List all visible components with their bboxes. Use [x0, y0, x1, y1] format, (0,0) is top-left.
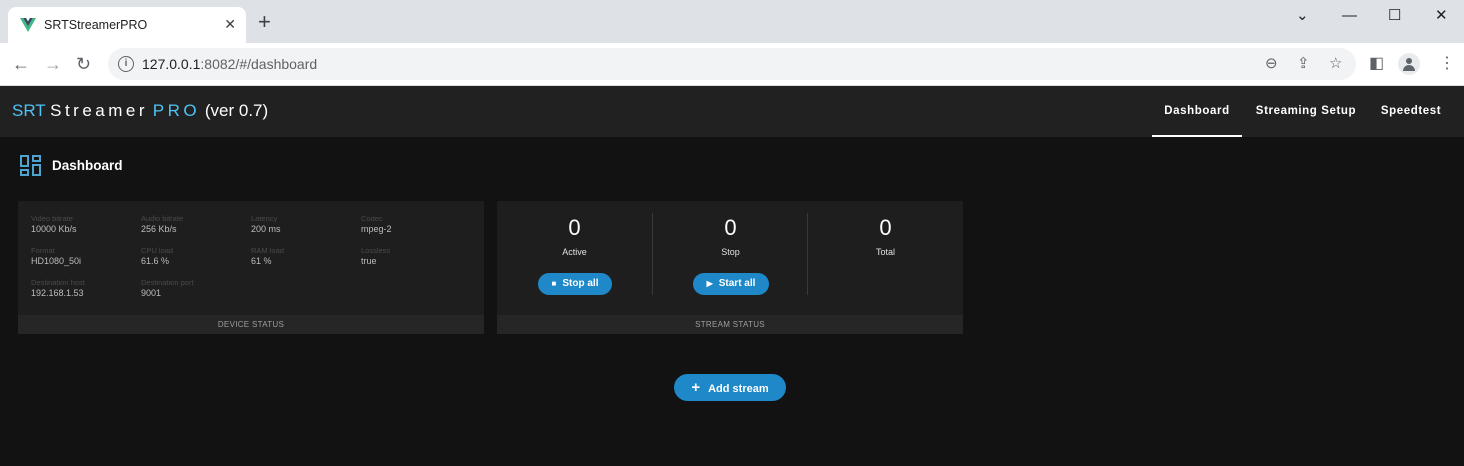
stat-value: 61 %: [251, 256, 272, 266]
stream-status-card: 0 Active 0 Stop 0 Total ■ Stop all ▶ Start…: [497, 201, 963, 334]
menu-kebab-icon[interactable]: ⋮: [1439, 54, 1455, 74]
stat-lossless: Lossless true: [361, 246, 471, 267]
tab-streaming-setup[interactable]: Streaming Setup: [1250, 86, 1362, 137]
stop-all-button[interactable]: ■ Stop all: [538, 273, 612, 295]
device-status-footer: DEVICE STATUS: [18, 315, 484, 334]
counter-value: 0: [568, 215, 581, 240]
start-all-button[interactable]: ▶ Start all: [693, 273, 769, 295]
stat-value: 10000 Kb/s: [31, 224, 77, 234]
browser-tab[interactable]: SRTStreamerPRO ✕: [8, 7, 246, 43]
counter-value: 0: [879, 215, 892, 240]
share-icon[interactable]: ⇪: [1297, 54, 1310, 72]
tab-dashboard[interactable]: Dashboard: [1152, 86, 1242, 137]
maximize-window-button[interactable]: ☐: [1388, 6, 1401, 26]
side-panel-icon[interactable]: ◧: [1369, 54, 1384, 74]
browser-toolbar: ← → ↻ i 127.0.0.1:8082/#/dashboard ⊖ ⇪ ☆…: [0, 43, 1464, 86]
minimize-window-button[interactable]: —: [1342, 6, 1357, 26]
stream-status-footer: STREAM STATUS: [497, 315, 963, 334]
address-bar[interactable]: i 127.0.0.1:8082/#/dashboard ⊖ ⇪ ☆: [108, 48, 1356, 80]
stat-label: Destination port: [141, 278, 194, 287]
bookmark-star-icon[interactable]: ☆: [1329, 54, 1342, 72]
stat-value: 61.6 %: [141, 256, 170, 266]
brand-srt: SRT: [12, 101, 46, 120]
zoom-icon[interactable]: ⊖: [1265, 54, 1278, 72]
brand-version: (ver 0.7): [204, 101, 269, 120]
forward-arrow-icon[interactable]: →: [44, 53, 62, 75]
play-icon: ▶: [706, 279, 713, 288]
stat-destination-port: Destination port 9001: [141, 278, 251, 299]
stat-value: true: [361, 256, 377, 266]
counter-total: 0 Total: [808, 213, 963, 257]
stat-format: Format HD1080_50i: [31, 246, 141, 267]
stat-label: Latency: [251, 214, 278, 223]
add-stream-label: Add stream: [708, 383, 769, 395]
counter-label: Total: [875, 247, 895, 257]
stat-latency: Latency 200 ms: [251, 214, 361, 235]
stat-audio-bitrate: Audio bitrate 256 Kb/s: [141, 214, 251, 235]
brand-pro: PRO: [152, 101, 201, 120]
stat-value: 9001: [141, 288, 162, 298]
app-brand: SRT Streamer PRO (ver 0.7): [12, 101, 268, 121]
stop-icon: ■: [551, 279, 557, 288]
stat-cpu-load: CPU load 61.6 %: [141, 246, 251, 267]
profile-avatar-icon[interactable]: [1398, 53, 1420, 75]
brand-streamer: Streamer: [50, 101, 149, 120]
counter-active: 0 Active: [497, 213, 652, 257]
start-all-label: Start all: [718, 278, 756, 289]
tab-title: SRTStreamerPRO: [44, 18, 148, 32]
page-title: Dashboard: [52, 158, 123, 173]
reload-icon[interactable]: ↻: [76, 53, 91, 75]
plus-icon: +: [691, 379, 701, 396]
counter-stop: 0 Stop: [653, 213, 808, 257]
stat-label: Format: [31, 246, 55, 255]
url-text[interactable]: 127.0.0.1:8082/#/dashboard: [142, 56, 317, 72]
stat-value: 200 ms: [251, 224, 281, 234]
add-stream-button[interactable]: + Add stream: [674, 374, 786, 401]
stat-label: Video bitrate: [31, 214, 73, 223]
stat-value: mpeg-2: [361, 224, 392, 234]
tab-search-icon[interactable]: ⌄: [1296, 6, 1309, 26]
stat-codec: Codec mpeg-2: [361, 214, 471, 235]
stat-ram-load: RAM load 61 %: [251, 246, 361, 267]
stat-value: HD1080_50i: [31, 256, 82, 266]
stat-label: Audio bitrate: [141, 214, 184, 223]
counter-label: Stop: [721, 247, 740, 257]
counter-label: Active: [562, 247, 587, 257]
new-tab-button[interactable]: +: [258, 11, 271, 33]
stat-label: Lossless: [361, 246, 391, 255]
stat-destination-host: Destination host 192.168.1.53: [31, 278, 141, 299]
stat-video-bitrate: Video bitrate 10000 Kb/s: [31, 214, 141, 235]
close-window-button[interactable]: ✕: [1435, 6, 1448, 26]
main-content: Dashboard Video bitrate 10000 Kb/s Audio…: [0, 137, 1464, 466]
vue-logo-icon: [20, 18, 36, 32]
stat-label: Destination host: [31, 278, 85, 287]
stat-label: CPU load: [141, 246, 174, 255]
back-arrow-icon[interactable]: ←: [12, 53, 30, 75]
browser-tabstrip: SRTStreamerPRO ✕ + ⌄ — ☐ ✕: [0, 0, 1464, 43]
app-header: SRT Streamer PRO (ver 0.7) Dashboard Str…: [0, 86, 1464, 137]
tab-close-icon[interactable]: ✕: [224, 15, 236, 33]
device-status-card: Video bitrate 10000 Kb/s Audio bitrate 2…: [18, 201, 484, 334]
stat-value: 256 Kb/s: [141, 224, 177, 234]
site-info-icon[interactable]: i: [118, 56, 134, 72]
stat-label: RAM load: [251, 246, 284, 255]
tab-speedtest[interactable]: Speedtest: [1372, 86, 1450, 137]
counter-value: 0: [724, 215, 737, 240]
stop-all-label: Stop all: [562, 278, 599, 289]
stat-value: 192.168.1.53: [31, 288, 84, 298]
dashboard-icon: [20, 155, 41, 176]
stat-label: Codec: [361, 214, 383, 223]
